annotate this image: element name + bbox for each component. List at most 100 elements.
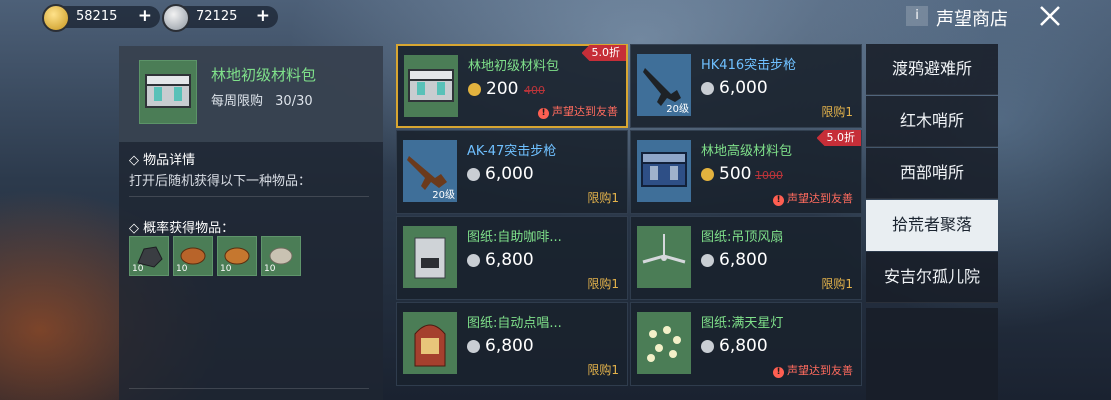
discount-badge: 5.0折	[816, 130, 861, 146]
drop-count: 10	[220, 264, 232, 274]
add-silver-button[interactable]: +	[256, 6, 270, 26]
item-price: 6,800	[719, 250, 768, 270]
item-price: 6,000	[719, 78, 768, 98]
warning-icon: !	[538, 108, 549, 119]
close-button[interactable]	[1036, 2, 1064, 30]
drop-count: 10	[264, 264, 276, 274]
ceiling-fan-icon	[642, 234, 686, 264]
silver-coin-icon	[467, 168, 480, 181]
silver-coin-icon	[162, 4, 190, 32]
jukebox-icon	[414, 324, 446, 367]
reputation-requirement: ! 声望达到友善	[773, 362, 853, 378]
tab-scavenger-settlement[interactable]: 拾荒者聚落	[866, 200, 998, 251]
original-price: 400	[524, 84, 545, 97]
item-name: 图纸:吊顶风扇	[701, 230, 784, 245]
item-name: AK-47突击步枪	[467, 144, 557, 159]
item-name: 图纸:自助咖啡...	[467, 230, 562, 245]
drop-item-2[interactable]: 10	[173, 236, 213, 276]
warning-icon: !	[773, 195, 784, 206]
limit-value: 30/30	[275, 94, 313, 109]
item-image	[637, 140, 691, 202]
silver-coin-icon	[701, 340, 714, 353]
item-name: 图纸:自动点唱...	[467, 316, 562, 331]
item-price: 6,800	[485, 336, 534, 356]
discount-badge: 5.0折	[581, 45, 626, 61]
gold-coin-icon	[701, 168, 714, 181]
drop-item-4[interactable]: 10	[261, 236, 301, 276]
drop-count: 10	[176, 264, 188, 274]
limit-label: 每周限购	[211, 94, 264, 109]
item-image	[403, 226, 457, 288]
drop-count: 10	[132, 264, 144, 274]
gold-currency: 58215 +	[42, 4, 160, 32]
silver-coin-icon	[467, 340, 480, 353]
tab-western-outpost[interactable]: 西部哨所	[866, 148, 998, 199]
item-level: 20级	[432, 190, 455, 201]
silver-amount: 72125	[196, 9, 238, 24]
item-details-text: 打开后随机获得以下一种物品：	[129, 174, 312, 189]
warning-icon: !	[773, 367, 784, 378]
silver-coin-icon	[701, 82, 714, 95]
tab-angel-orphanage[interactable]: 安吉尔孤儿院	[866, 252, 998, 303]
shop-item-card[interactable]: 图纸:自助咖啡... 6,800 限购1	[396, 216, 628, 300]
item-name: 图纸:满天星灯	[701, 316, 784, 331]
drop-item-3[interactable]: 10	[217, 236, 257, 276]
item-detail-panel: 林地初级材料包 每周限购 30/30 ◇ 物品详情 打开后随机获得以下一种物品：…	[119, 46, 383, 400]
shop-item-card[interactable]: 20级 AK-47突击步枪 6,000 限购1	[396, 130, 628, 214]
item-price: 6,800	[485, 250, 534, 270]
gold-coin-icon	[468, 83, 481, 96]
shop-item-card[interactable]: 林地高级材料包 500 1000 5.0折 ! 声望达到友善	[630, 130, 862, 214]
gold-coin-icon	[42, 4, 70, 32]
silver-coin-icon	[701, 254, 714, 267]
tab-redwood-outpost[interactable]: 红木哨所	[866, 96, 998, 147]
purchase-limit: 限购1	[587, 191, 619, 205]
item-image	[637, 312, 691, 374]
item-image	[404, 55, 458, 117]
item-price: 6,000	[485, 164, 534, 184]
info-button[interactable]: i	[906, 6, 928, 26]
crate-icon	[641, 152, 687, 187]
silver-coin-icon	[467, 254, 480, 267]
detail-header: 林地初级材料包 每周限购 30/30	[119, 46, 383, 142]
gold-amount: 58215	[76, 9, 118, 24]
detail-item-name: 林地初级材料包	[211, 66, 317, 84]
shop-item-card[interactable]: 20级 HK416突击步枪 6,000 限购1	[630, 44, 862, 128]
detail-item-image	[139, 60, 197, 124]
purchase-limit: 限购1	[821, 277, 853, 291]
item-image	[403, 312, 457, 374]
item-name: 林地初级材料包	[468, 59, 560, 74]
item-price: 200	[486, 79, 519, 99]
item-image: 20级	[637, 54, 691, 116]
item-image	[637, 226, 691, 288]
shop-item-card[interactable]: 图纸:满天星灯 6,800 ! 声望达到友善	[630, 302, 862, 386]
purchase-limit: 限购1	[587, 277, 619, 291]
drop-items-title: ◇ 概率获得物品：	[129, 221, 235, 236]
tab-list-background	[866, 308, 998, 400]
purchase-limit: 限购1	[587, 363, 619, 377]
add-gold-button[interactable]: +	[138, 6, 152, 26]
crate-icon	[408, 69, 454, 102]
reputation-requirement: ! 声望达到友善	[538, 103, 618, 119]
string-lights-icon	[647, 326, 681, 362]
original-price: 1000	[755, 169, 783, 182]
reputation-requirement: ! 声望达到友善	[773, 190, 853, 206]
close-icon	[1040, 6, 1060, 26]
coffee-machine-icon	[414, 237, 446, 279]
shop-item-card[interactable]: 林地初级材料包 200 400 5.0折 ! 声望达到友善	[396, 44, 628, 128]
item-price: 6,800	[719, 336, 768, 356]
shop-item-card[interactable]: 图纸:自动点唱... 6,800 限购1	[396, 302, 628, 386]
purchase-limit: 限购1	[821, 105, 853, 119]
item-name: 林地高级材料包	[701, 144, 793, 159]
item-details-title: ◇ 物品详情	[129, 153, 196, 168]
item-level: 20级	[666, 104, 689, 115]
item-price: 500	[719, 164, 752, 184]
requirement-text: 声望达到友善	[552, 105, 618, 118]
drop-item-1[interactable]: 10	[129, 236, 169, 276]
tab-ravens-shelter[interactable]: 渡鸦避难所	[866, 44, 998, 95]
crate-icon	[145, 74, 191, 108]
item-image: 20级	[403, 140, 457, 202]
divider	[129, 388, 369, 389]
item-name: HK416突击步枪	[701, 58, 797, 73]
divider	[129, 196, 369, 197]
shop-item-card[interactable]: 图纸:吊顶风扇 6,800 限购1	[630, 216, 862, 300]
